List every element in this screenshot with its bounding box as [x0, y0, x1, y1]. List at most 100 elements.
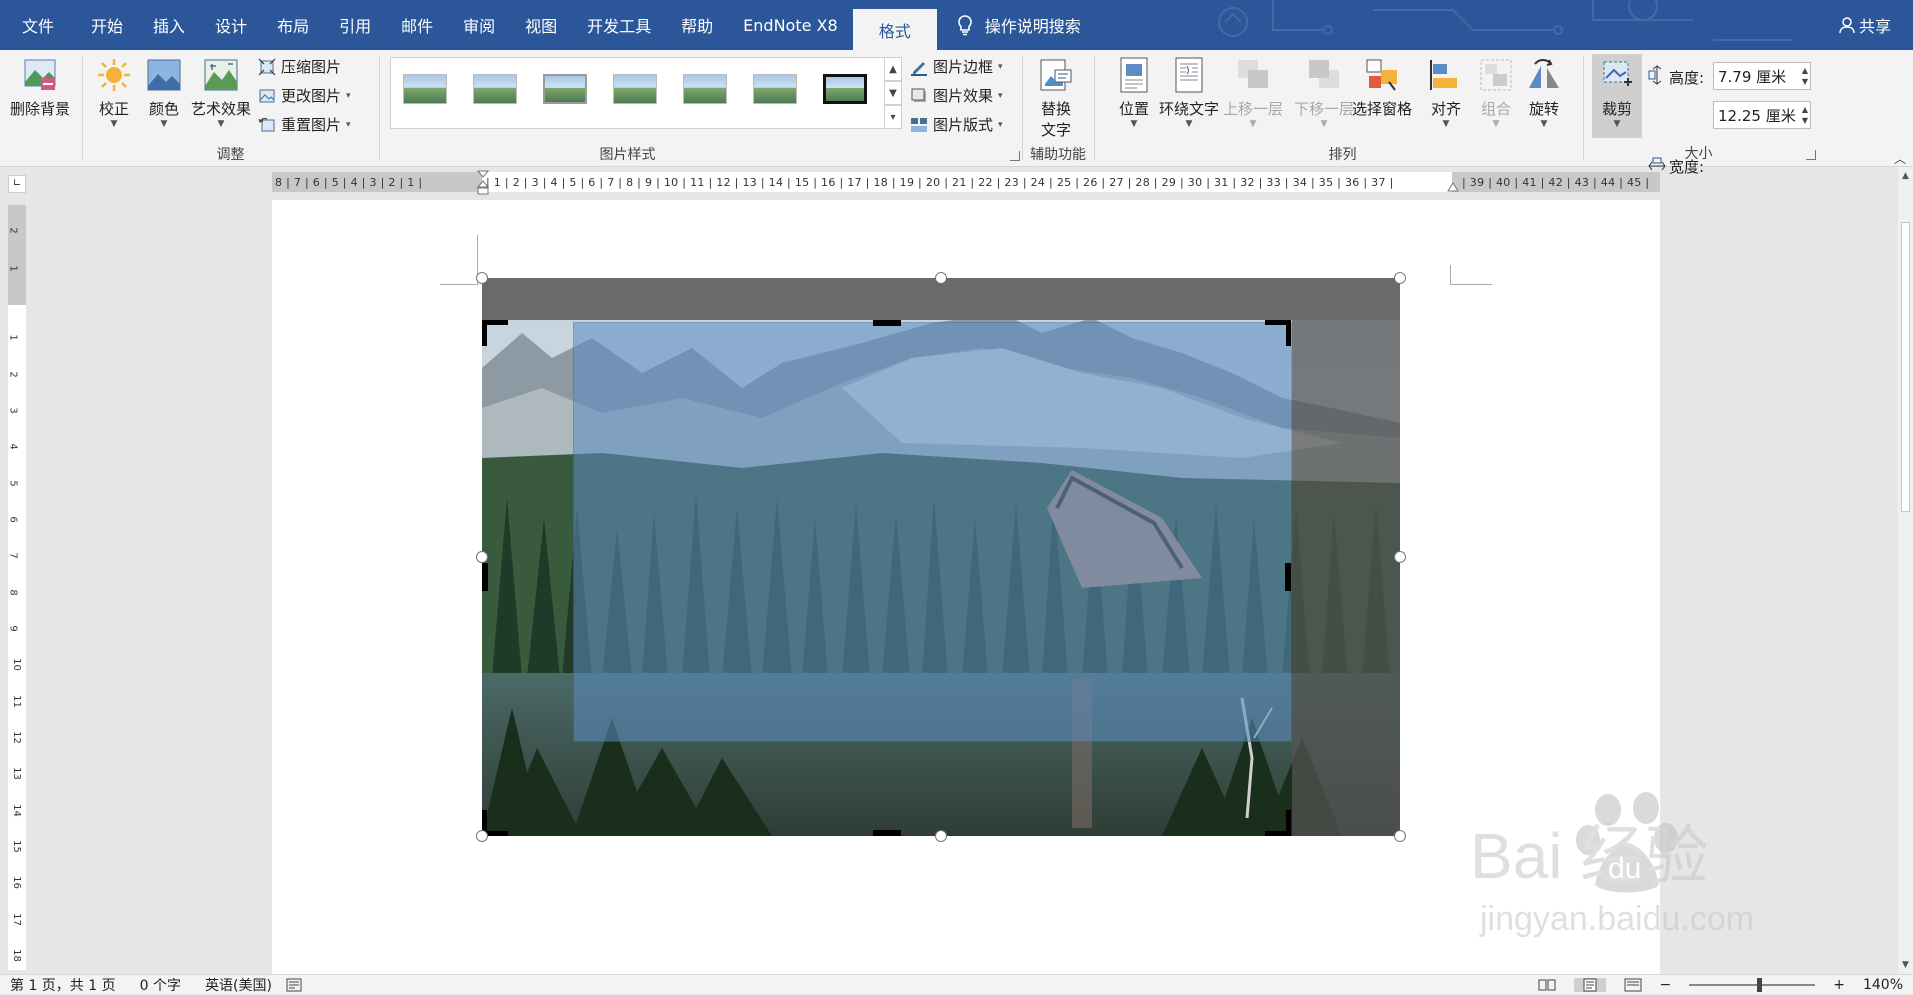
tab-design[interactable]: 设计 [200, 0, 262, 50]
alt-text-button[interactable]: 替换 文字 [1037, 56, 1075, 140]
remove-background-button[interactable]: 删除背景 [10, 56, 70, 119]
tab-mailings[interactable]: 邮件 [386, 0, 448, 50]
wrap-text-button[interactable]: 环绕文字 ▼ [1159, 56, 1219, 129]
resize-handle[interactable] [1394, 830, 1406, 842]
watermark-brand: Bai 经验 [1470, 820, 1708, 892]
right-indent-marker-icon[interactable] [1447, 180, 1459, 192]
artistic-effects-button[interactable]: 艺术效果 ▼ [191, 56, 251, 129]
picture-style-thumbnail[interactable] [613, 74, 657, 104]
scroll-up-icon[interactable]: ▲ [1898, 171, 1913, 181]
dialog-launcher-icon[interactable] [1806, 150, 1816, 160]
picture-border-button[interactable]: 图片边框 ▾ [910, 56, 1003, 77]
tab-format[interactable]: 格式 [852, 9, 937, 50]
word-count[interactable]: 0 个字 [140, 975, 181, 995]
tab-view[interactable]: 视图 [510, 0, 572, 50]
cropped-picture[interactable] [482, 278, 1400, 836]
resize-handle[interactable] [476, 830, 488, 842]
ruler-number: 14 [10, 804, 22, 817]
crop-handle-top-right[interactable] [1265, 320, 1291, 346]
tab-review[interactable]: 审阅 [448, 0, 510, 50]
chevron-down-icon: ▾ [998, 61, 1003, 72]
scroll-thumb[interactable] [1901, 222, 1910, 512]
zoom-in-button[interactable]: + [1833, 977, 1845, 993]
crop-selection-overlay[interactable] [573, 322, 1292, 742]
tab-insert[interactable]: 插入 [138, 0, 200, 50]
read-mode-icon[interactable] [1538, 978, 1556, 992]
vertical-ruler[interactable]: 2 1 1 2 3 4 5 6 7 8 9 10 11 12 13 14 15 … [8, 205, 26, 970]
crop-handle-top-left[interactable] [482, 320, 508, 346]
crop-handle-bottom-right[interactable] [1265, 810, 1291, 836]
crop-handle-bottom[interactable] [873, 830, 901, 836]
size-group-label: 大小 [1684, 146, 1713, 162]
ruler-number: 3 [7, 407, 19, 414]
resize-handle[interactable] [476, 551, 488, 563]
collapse-ribbon-icon[interactable]: ︿ [1894, 150, 1906, 167]
vertical-scrollbar[interactable]: ▲ ▼ [1898, 167, 1913, 974]
resize-handle[interactable] [476, 272, 488, 284]
tell-me-search[interactable]: 操作说明搜索 [957, 0, 1081, 50]
width-input[interactable]: 12.25 厘米 ▲ ▼ [1713, 101, 1811, 129]
tab-home[interactable]: 开始 [76, 0, 138, 50]
crop-handle-left[interactable] [482, 563, 488, 591]
position-button[interactable]: 位置 ▼ [1115, 56, 1153, 129]
scroll-down-icon[interactable]: ▼ [1898, 960, 1913, 970]
width-spinner[interactable]: ▲ ▼ [1802, 104, 1808, 126]
resize-handle[interactable] [935, 272, 947, 284]
macro-record-icon[interactable] [286, 978, 302, 992]
height-input[interactable]: 7.79 厘米 ▲ ▼ [1713, 62, 1811, 90]
height-spinner[interactable]: ▲ ▼ [1802, 65, 1808, 87]
tab-selector[interactable]: ∟ [8, 175, 26, 193]
crop-handle-right[interactable] [1285, 563, 1291, 591]
gallery-down-button[interactable]: ▼ [884, 81, 902, 105]
print-layout-button[interactable] [1573, 977, 1606, 992]
zoom-slider[interactable] [1689, 977, 1816, 992]
picture-effects-button[interactable]: 图片效果 ▾ [910, 85, 1003, 106]
send-backward-button[interactable]: 下移一层 ▼ [1294, 56, 1354, 129]
resize-handle[interactable] [935, 830, 947, 842]
tab-file[interactable]: 文件 [0, 0, 76, 50]
alt-text-icon [1040, 59, 1072, 91]
align-button[interactable]: 对齐 ▼ [1427, 56, 1465, 129]
picture-layout-button[interactable]: 图片版式 ▾ [910, 114, 1003, 135]
reset-picture-button[interactable]: 重置图片 ▾ [258, 114, 351, 135]
horizontal-ruler[interactable]: 8 | 7 | 6 | 5 | 4 | 3 | 2 | 1 | | 1 | 2 … [272, 170, 1660, 195]
picture-style-thumbnail[interactable] [403, 74, 447, 104]
gallery-more-button[interactable]: ▾ [884, 105, 902, 129]
tab-developer[interactable]: 开发工具 [572, 0, 666, 50]
tab-endnote[interactable]: EndNote X8 [728, 0, 853, 50]
change-picture-label: 更改图片 [281, 87, 342, 105]
resize-handle[interactable] [1394, 272, 1406, 284]
resize-handle[interactable] [1394, 551, 1406, 563]
compress-pictures-button[interactable]: 压缩图片 [258, 56, 341, 77]
zoom-out-button[interactable]: − [1660, 977, 1672, 993]
picture-border-label: 图片边框 [933, 58, 994, 76]
crop-handle-top[interactable] [873, 320, 901, 326]
remove-background-icon [24, 59, 56, 90]
tab-references[interactable]: 引用 [324, 0, 386, 50]
crop-button[interactable]: 裁剪 ▼ [1592, 54, 1642, 138]
bring-forward-button[interactable]: 上移一层 ▼ [1223, 56, 1283, 129]
tab-help[interactable]: 帮助 [666, 0, 728, 50]
language[interactable]: 英语(美国) [205, 975, 272, 995]
change-picture-button[interactable]: 更改图片 ▾ [258, 85, 351, 106]
picture-style-thumbnail[interactable] [543, 74, 587, 104]
color-button[interactable]: 颜色 ▼ [145, 56, 183, 129]
zoom-level[interactable]: 140% [1863, 977, 1903, 993]
rotate-button[interactable]: 旋转 ▼ [1525, 56, 1563, 129]
zoom-slider-thumb[interactable] [1757, 977, 1763, 992]
share-button[interactable]: 共享 [1839, 0, 1891, 50]
selection-pane-button[interactable]: 选择窗格 [1352, 56, 1412, 119]
wrap-text-icon [1175, 57, 1203, 93]
picture-style-thumbnail[interactable] [683, 74, 727, 104]
dialog-launcher-icon[interactable] [1010, 151, 1020, 161]
web-layout-icon[interactable] [1624, 978, 1642, 992]
indent-marker-icon[interactable] [477, 170, 489, 196]
page-count[interactable]: 第 1 页，共 1 页 [10, 975, 116, 995]
picture-style-thumbnail[interactable] [473, 74, 517, 104]
picture-style-thumbnail[interactable] [753, 74, 797, 104]
tab-layout[interactable]: 布局 [262, 0, 324, 50]
corrections-button[interactable]: 校正 ▼ [95, 56, 133, 129]
picture-style-thumbnail[interactable] [823, 74, 867, 104]
gallery-up-button[interactable]: ▲ [884, 57, 902, 81]
group-button[interactable]: 组合 ▼ [1477, 56, 1515, 129]
